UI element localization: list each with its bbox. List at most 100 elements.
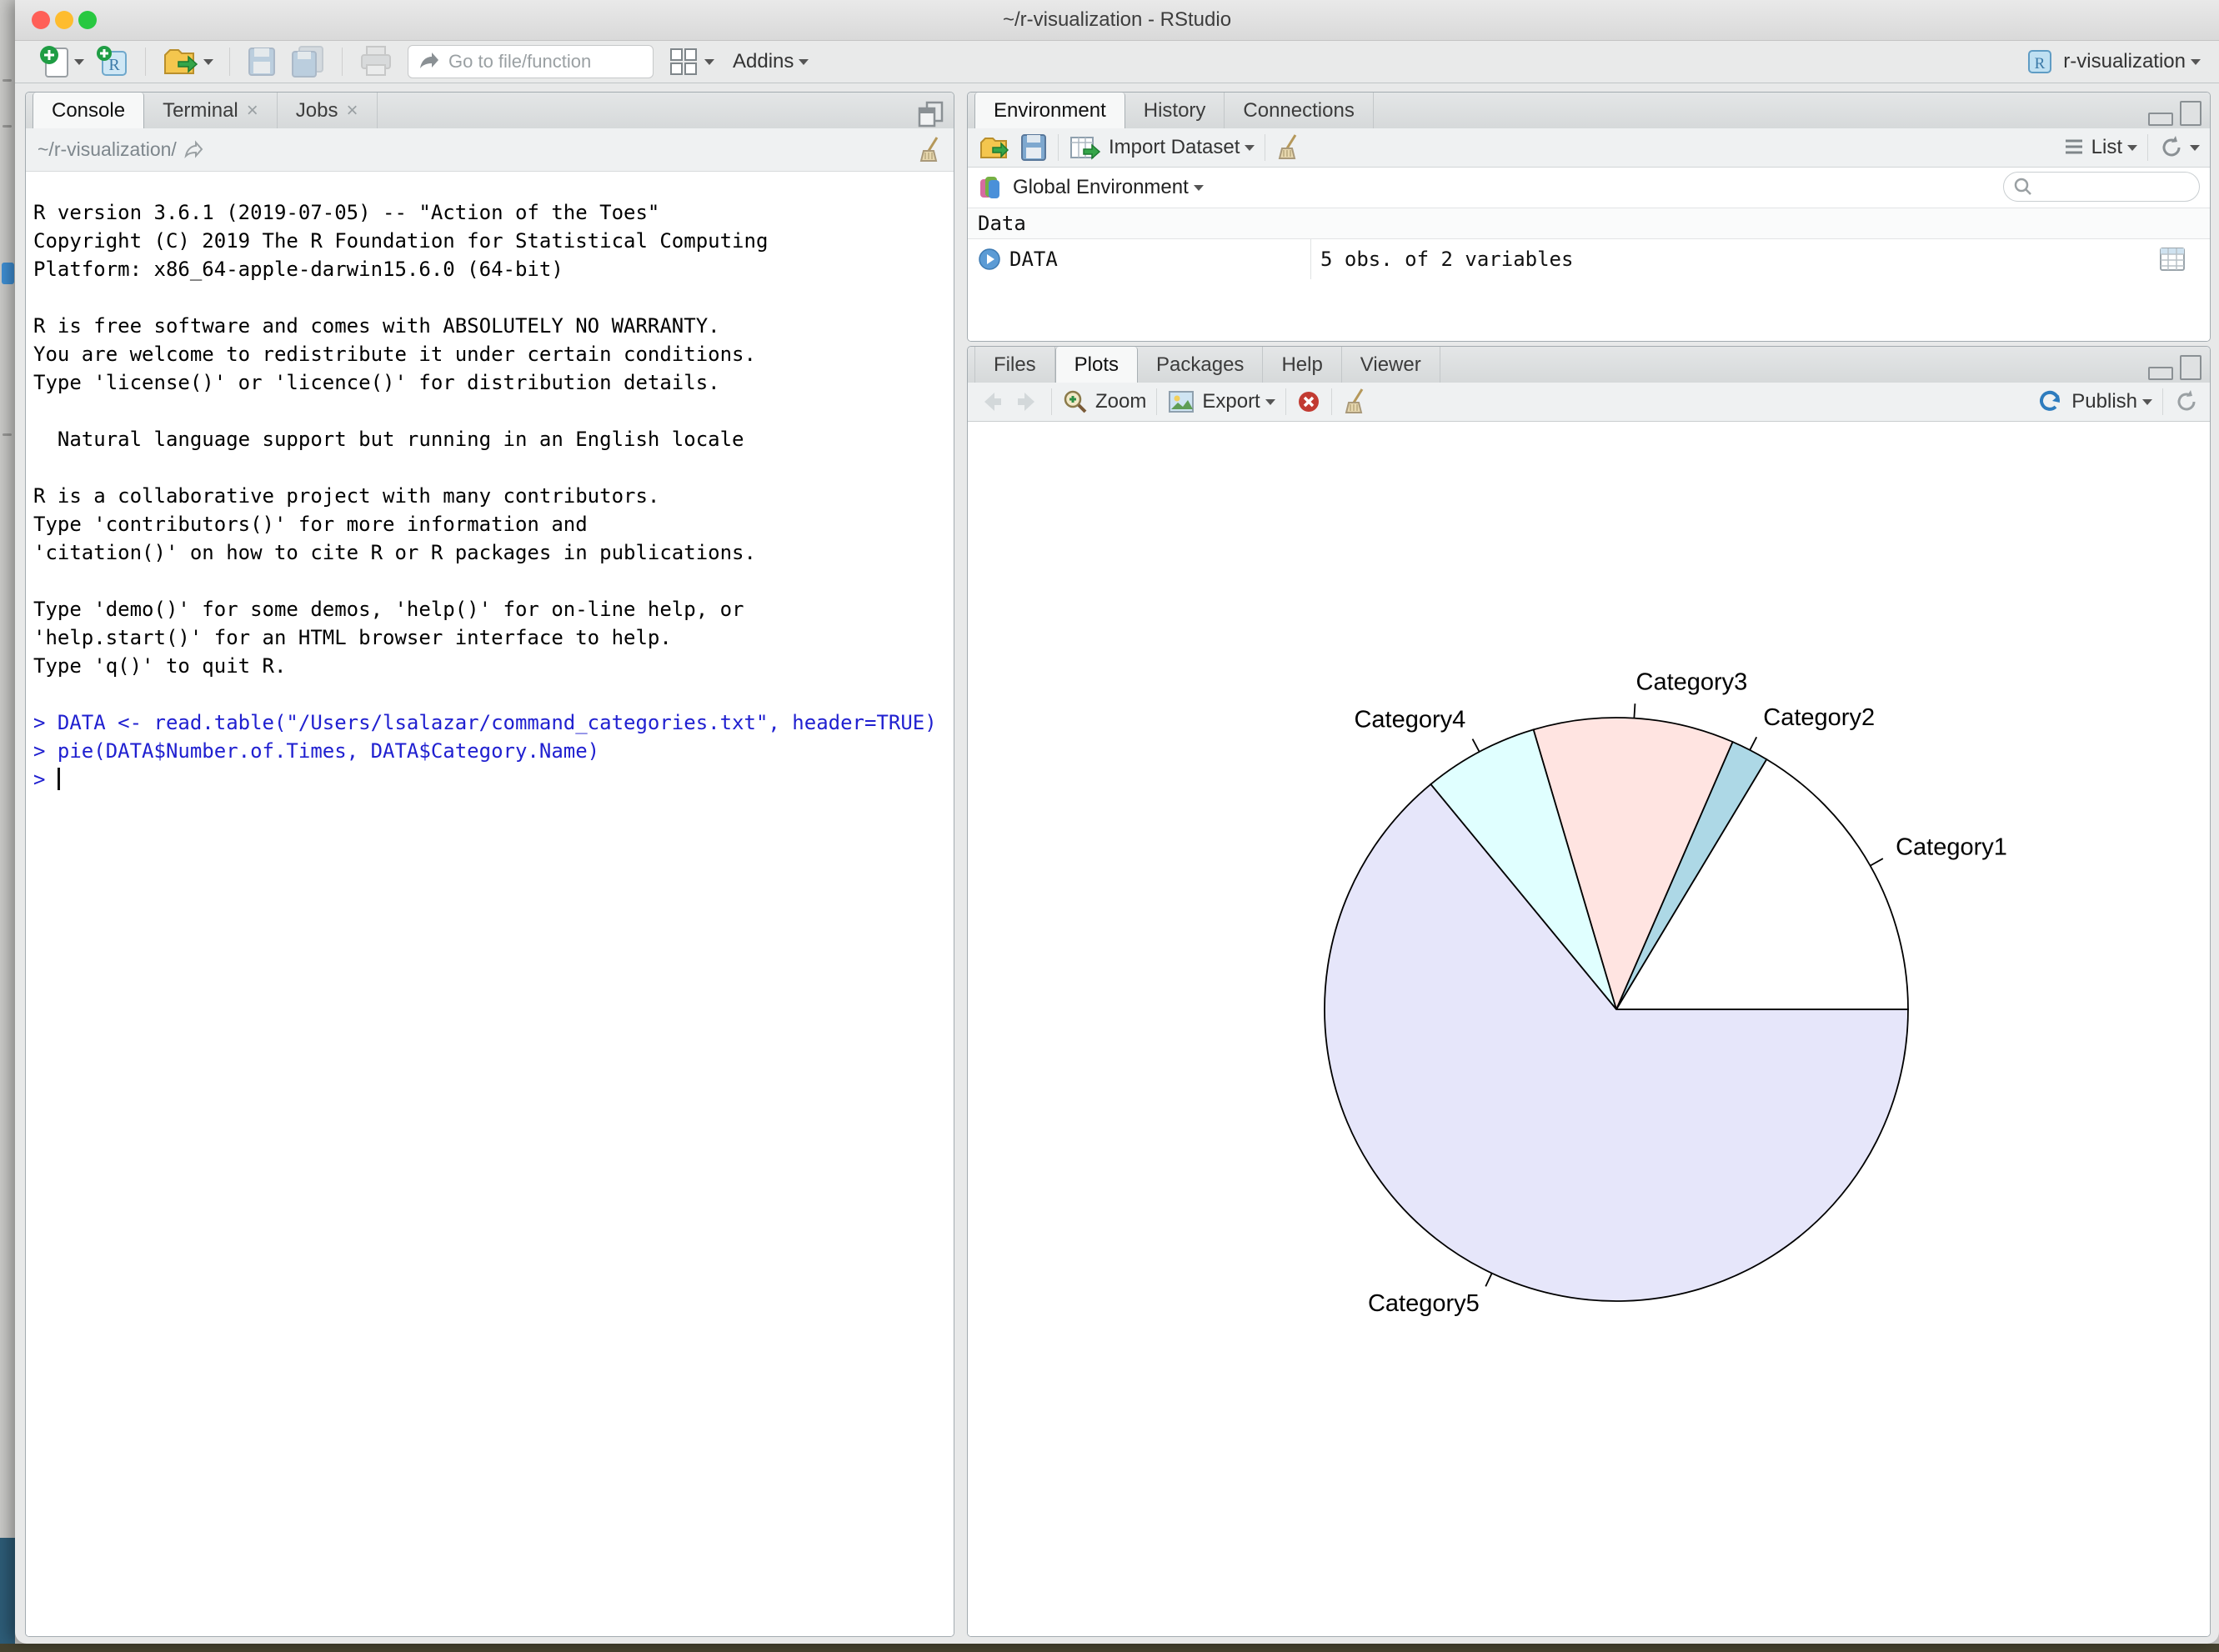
tab-jobs[interactable]: Jobs × — [278, 93, 378, 128]
close-icon[interactable]: × — [346, 101, 358, 121]
chevron-down-icon — [2142, 399, 2152, 405]
chevron-down-icon — [1245, 145, 1255, 151]
view-table-icon[interactable] — [2158, 246, 2186, 273]
goto-directory-icon[interactable] — [183, 139, 205, 161]
chevron-down-icon — [1265, 399, 1275, 405]
console-line — [33, 283, 954, 312]
environment-toolbar: Import Dataset List — [968, 128, 2210, 168]
workspace-panes-button[interactable] — [664, 44, 718, 79]
clear-environment-icon[interactable] — [1275, 133, 1300, 162]
import-dataset-icon — [1069, 133, 1102, 163]
background-window-fragment — [0, 1538, 15, 1652]
close-icon[interactable]: × — [247, 101, 258, 121]
pie-label-Category5: Category5 — [1368, 1290, 1480, 1317]
close-window-button[interactable] — [32, 11, 50, 29]
console-subbar: ~/r-visualization/ — [26, 128, 954, 172]
save-all-icon — [289, 45, 326, 78]
print-button[interactable] — [355, 44, 397, 79]
console-line: Copyright (C) 2019 The R Foundation for … — [33, 227, 954, 255]
maximize-pane-icon[interactable] — [2180, 355, 2201, 380]
list-view-label[interactable]: List — [2091, 136, 2122, 159]
console-line: R is free software and comes with ABSOLU… — [33, 312, 954, 340]
console-line: Type 'contributors()' for more informati… — [33, 510, 954, 538]
zoom-plot-label[interactable]: Zoom — [1095, 390, 1146, 413]
next-plot-icon[interactable] — [1013, 389, 1041, 414]
publish-icon — [2036, 388, 2065, 415]
maximize-pane-icon[interactable] — [917, 101, 945, 128]
tab-connections[interactable]: Connections — [1225, 93, 1373, 128]
console-line: You are welcome to redistribute it under… — [33, 340, 954, 368]
new-project-icon: R — [96, 45, 129, 78]
plots-toolbar: Zoom Export Publish — [968, 383, 2210, 422]
project-menu-button[interactable]: R r-visualization — [2020, 44, 2204, 79]
svg-text:R: R — [2035, 55, 2046, 73]
environment-empty-area — [968, 279, 2210, 341]
plots-tabbar: Files Plots Packages Help Viewer — [968, 347, 2210, 383]
save-workspace-icon[interactable] — [1019, 133, 1048, 163]
console-line — [33, 397, 954, 425]
pie-label-tick — [1750, 737, 1756, 750]
addins-button[interactable]: Addins — [723, 44, 812, 79]
console-line: Platform: x86_64-apple-darwin15.6.0 (64-… — [33, 255, 954, 283]
desktop-bottom-strip — [0, 1644, 2219, 1652]
environment-section-header: Data — [968, 208, 2210, 239]
minimize-window-button[interactable] — [55, 11, 73, 29]
chevron-down-icon — [799, 59, 809, 65]
text-cursor — [58, 768, 60, 790]
tab-viewer[interactable]: Viewer — [1342, 347, 1440, 383]
tab-packages[interactable]: Packages — [1138, 347, 1263, 383]
environment-object-row[interactable]: DATA 5 obs. of 2 variables — [968, 239, 2210, 280]
tab-console[interactable]: Console — [33, 93, 144, 129]
pie-label-tick — [1472, 739, 1479, 752]
new-file-button[interactable] — [36, 44, 88, 79]
zoom-window-button[interactable] — [78, 11, 97, 29]
environment-scope-label[interactable]: Global Environment — [1013, 176, 1189, 199]
import-dataset-label[interactable]: Import Dataset — [1109, 136, 1240, 159]
save-all-button[interactable] — [286, 44, 329, 79]
clear-console-icon[interactable] — [917, 136, 942, 164]
new-project-button[interactable]: R — [93, 44, 133, 79]
goto-file-box — [408, 45, 654, 78]
pie-label-Category4: Category4 — [1354, 707, 1465, 733]
remove-plot-icon[interactable] — [1296, 389, 1321, 414]
tab-environment[interactable]: Environment — [974, 93, 1125, 129]
minimize-pane-icon[interactable] — [2148, 367, 2173, 380]
save-button[interactable] — [243, 44, 281, 79]
chevron-down-icon — [704, 59, 714, 65]
goto-file-input[interactable] — [447, 50, 642, 73]
console-line: Type 'q()' to quit R. — [33, 652, 954, 680]
maximize-pane-icon[interactable] — [2180, 101, 2201, 126]
environment-pane: Environment History Connections — [967, 92, 2211, 342]
minimize-pane-icon[interactable] — [2148, 113, 2173, 126]
load-workspace-icon[interactable] — [978, 133, 1011, 163]
tab-plots[interactable]: Plots — [1055, 347, 1138, 383]
tab-files[interactable]: Files — [974, 347, 1055, 383]
rstudio-window: ~/r-visualization - RStudio R — [15, 0, 2219, 1644]
tab-help[interactable]: Help — [1263, 347, 1341, 383]
working-directory: ~/r-visualization/ — [38, 138, 177, 161]
chevron-down-icon — [74, 59, 84, 65]
zoom-plot-icon — [1062, 388, 1089, 415]
environment-search-input[interactable] — [2034, 176, 2187, 198]
export-plot-label[interactable]: Export — [1202, 390, 1260, 413]
console-pane: Console Terminal × Jobs × ~/r-visualizat… — [25, 92, 954, 1637]
previous-plot-icon[interactable] — [978, 389, 1006, 414]
chevron-down-icon — [2191, 59, 2201, 65]
console-output[interactable]: R version 3.6.1 (2019-07-05) -- "Action … — [26, 172, 954, 1636]
open-file-button[interactable] — [158, 44, 217, 79]
pie-label-tick — [1634, 703, 1635, 718]
tab-history[interactable]: History — [1125, 93, 1225, 128]
environment-tabbar: Environment History Connections — [968, 93, 2210, 129]
window-title: ~/r-visualization - RStudio — [15, 0, 2219, 40]
publish-label[interactable]: Publish — [2071, 390, 2137, 413]
tab-terminal[interactable]: Terminal × — [144, 93, 278, 128]
global-environment-icon — [978, 173, 1006, 203]
chevron-down-icon — [1194, 185, 1204, 191]
expand-object-icon[interactable] — [978, 248, 1001, 271]
panes-grid-icon — [668, 46, 699, 78]
clear-plots-icon[interactable] — [1342, 388, 1367, 416]
chevron-down-icon — [2127, 145, 2137, 151]
refresh-plot-icon[interactable] — [2173, 388, 2200, 415]
refresh-icon[interactable] — [2158, 134, 2185, 161]
console-line[interactable]: > — [33, 765, 954, 793]
